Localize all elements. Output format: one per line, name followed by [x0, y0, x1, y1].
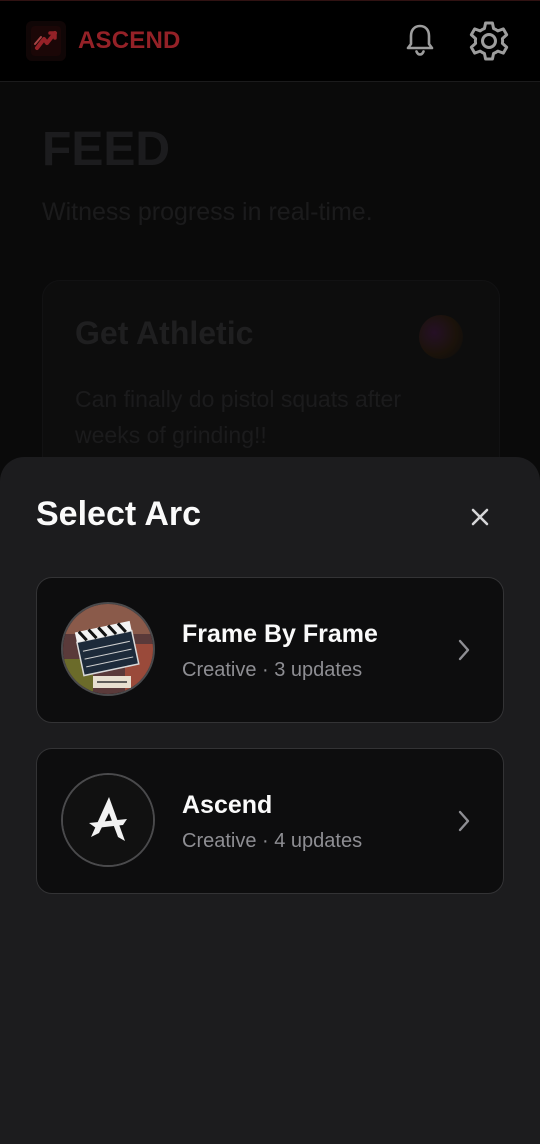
close-icon[interactable]	[462, 499, 498, 535]
app-screen: ASCEND FEED Witness progress in real-tim…	[0, 0, 540, 1144]
arc-item-frame-by-frame[interactable]: Frame By Frame Creative · 3 updates	[36, 577, 504, 723]
ascend-logo-avatar-icon	[61, 773, 155, 867]
sheet-title: Select Arc	[36, 495, 202, 533]
arc-meta: Creative · 3 updates	[182, 659, 363, 681]
arc-item-ascend[interactable]: Ascend Creative · 4 updates	[36, 748, 504, 894]
chevron-right-icon	[455, 638, 473, 662]
clapperboard-avatar-icon	[61, 602, 155, 696]
chevron-right-icon	[455, 809, 473, 833]
select-arc-sheet: Select Arc Frame By Frame Creative · 3 u…	[0, 457, 540, 1144]
arc-meta: Creative · 4 updates	[182, 830, 363, 852]
arc-name: Frame By Frame	[182, 620, 378, 648]
arc-name: Ascend	[182, 791, 273, 819]
